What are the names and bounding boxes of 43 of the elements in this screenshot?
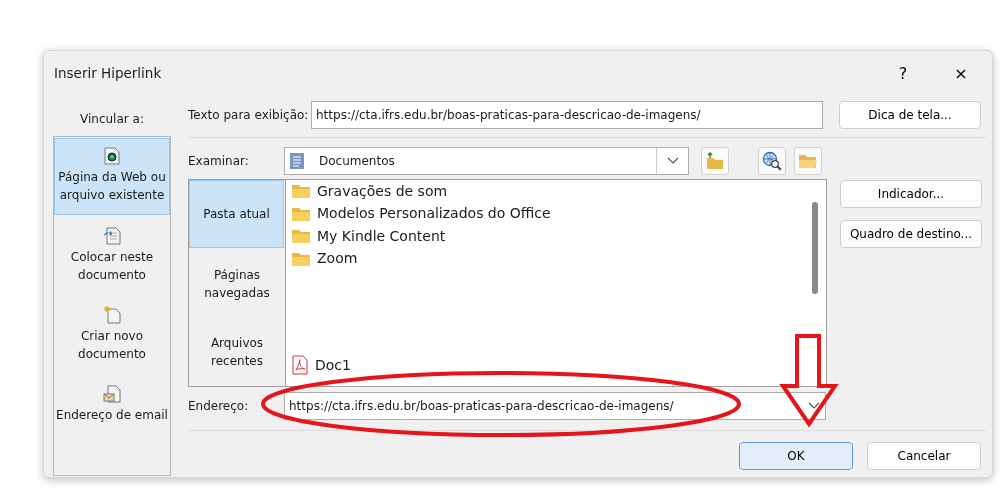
folder-up-icon[interactable]	[701, 147, 729, 175]
web-page-icon	[104, 147, 120, 165]
screen-tip-button[interactable]: Dica de tela...	[839, 101, 981, 129]
pdf-file-icon	[291, 355, 309, 376]
target-frame-button[interactable]: Quadro de destino...	[840, 220, 982, 248]
link-type-item[interactable]: Criar novo documento	[54, 298, 170, 373]
folder-icon	[291, 250, 311, 267]
folder-icon	[291, 205, 311, 222]
look-in-label: Examinar:	[188, 153, 250, 170]
file-name[interactable]: Gravações de som	[317, 180, 448, 202]
cancel-button[interactable]: Cancelar	[867, 442, 981, 470]
document-icon	[103, 227, 121, 245]
documents-icon	[289, 152, 305, 170]
file-name[interactable]: My Kindle Content	[317, 225, 446, 247]
link-to-label: Vincular a:	[80, 110, 144, 128]
folder-icon	[291, 228, 311, 245]
link-type-item[interactable]: Página da Web ou arquivo existente	[54, 138, 170, 215]
web-search-icon[interactable]	[758, 147, 786, 175]
file-name[interactable]: Zoom	[317, 248, 358, 270]
help-button[interactable]: ?	[874, 60, 932, 87]
look-in-dropdown[interactable]: Documentos	[284, 147, 689, 175]
file-name[interactable]: Doc1	[315, 354, 351, 376]
browse-place-tab[interactable]: Arquivos recentes	[189, 318, 285, 386]
address-value: https://cta.ifrs.edu.br/boas-praticas-para-descricao-de-imagens/	[289, 398, 675, 415]
display-text-field[interactable]: https://cta.ifrs.edu.br/boas-praticas-para-descricao-de-imagens/	[311, 101, 823, 129]
look-in-value: Documentos	[319, 153, 396, 170]
folder-icon	[291, 183, 311, 200]
browse-place-tab[interactable]: Páginas navegadas	[189, 250, 285, 318]
folder-icon[interactable]	[794, 147, 822, 175]
new-document-icon	[103, 306, 121, 324]
bookmark-button[interactable]: Indicador...	[840, 180, 982, 208]
scrollbar-thumb[interactable]	[812, 202, 818, 294]
link-type-item[interactable]: Colocar neste documento	[54, 219, 170, 294]
display-text-label: Texto para exibição:	[188, 107, 310, 124]
browse-place-tab[interactable]: Pasta atual	[189, 180, 284, 248]
window-title: Inserir Hiperlink	[54, 64, 162, 84]
address-label: Endereço:	[188, 398, 250, 415]
email-document-icon	[103, 385, 121, 403]
close-button[interactable]: ×	[932, 60, 990, 87]
file-name[interactable]: Modelos Personalizados do Office	[317, 203, 551, 225]
ok-button[interactable]: OK	[739, 442, 853, 470]
link-type-item[interactable]: Endereço de email	[54, 377, 170, 434]
address-field[interactable]: https://cta.ifrs.edu.br/boas-praticas-para-descricao-de-imagens/	[284, 392, 826, 420]
